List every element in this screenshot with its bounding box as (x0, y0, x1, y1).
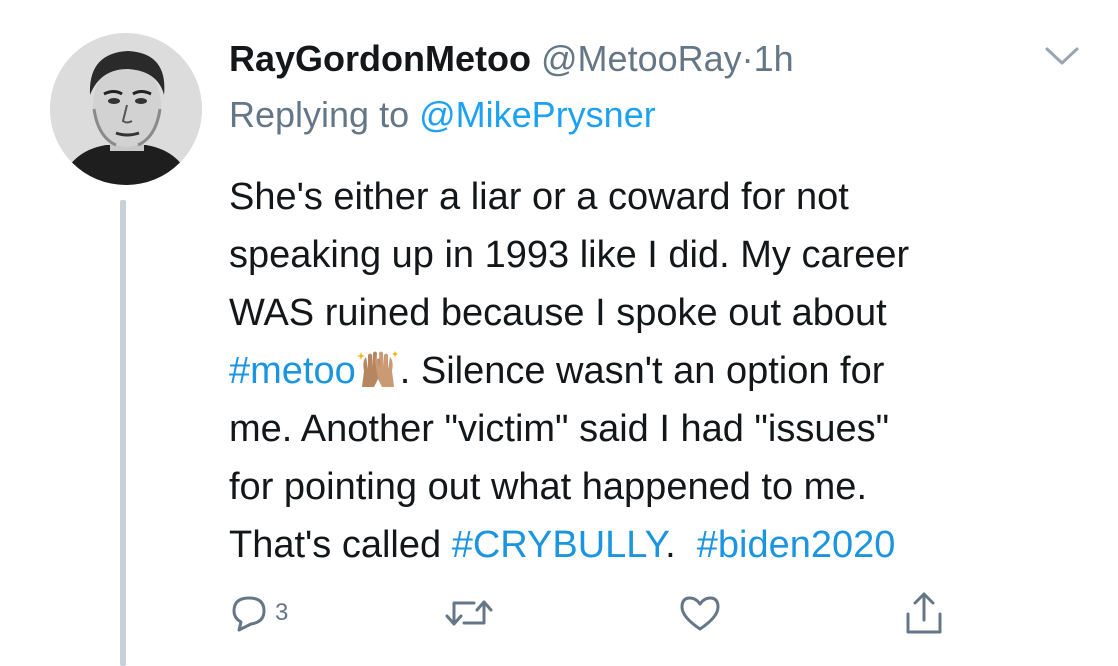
retweet-button[interactable] (444, 588, 494, 638)
timestamp[interactable]: 1h (754, 38, 794, 79)
tweet-text-line: me. Another "victim" said I had "issues" (229, 408, 890, 450)
tweet-header: RayGordonMetoo @MetooRay·1h (229, 38, 794, 80)
retweet-icon (445, 600, 493, 626)
share-button[interactable] (902, 588, 946, 638)
like-button[interactable] (678, 588, 722, 638)
raised-hands-emoji (356, 348, 400, 388)
tweet-text-line: That's called #CRYBULLY. #biden2020 (229, 516, 1099, 574)
hashtag-link[interactable]: #biden2020 (697, 524, 896, 566)
replying-to-label: Replying to (229, 94, 410, 135)
tweet-text-line: She's either a liar or a coward for not (229, 176, 849, 218)
reply-count: 3 (275, 599, 289, 626)
separator-dot: · (741, 38, 754, 79)
reply-handle-link[interactable]: @MikePrysner (419, 94, 656, 135)
tweet-text-line: speaking up in 1993 like I did. My caree… (229, 234, 910, 276)
avatar[interactable] (50, 33, 202, 185)
tweet-text-line: #metoo . Silence wasn't an option for (229, 342, 1099, 400)
like-icon (680, 596, 720, 631)
tweet-text: She's either a liar or a coward for not … (229, 168, 1099, 574)
hashtag-link[interactable]: #metoo (229, 350, 356, 392)
avatar-image (50, 33, 202, 185)
user-handle[interactable]: @MetooRay (541, 38, 742, 79)
tweet-text-line: for pointing out what happened to me. (229, 466, 868, 508)
replying-to: Replying to @MikePrysner (229, 94, 656, 136)
hashtag-link[interactable]: #CRYBULLY (452, 524, 665, 566)
tweet-text-line: WAS ruined because I spoke out about (229, 292, 887, 334)
tweet-text-fragment: That's called (229, 524, 452, 566)
reply-icon (232, 596, 266, 632)
share-icon (906, 592, 942, 634)
tweet-action-bar: 3 (0, 588, 1118, 638)
reply-button[interactable]: 3 (229, 588, 288, 638)
display-name[interactable]: RayGordonMetoo (229, 38, 531, 79)
chevron-down-icon (1045, 47, 1079, 65)
tweet-text-fragment: . (665, 524, 697, 566)
more-options-button[interactable] (1043, 44, 1081, 68)
tweet-text-fragment: . Silence wasn't an option for (399, 350, 885, 392)
